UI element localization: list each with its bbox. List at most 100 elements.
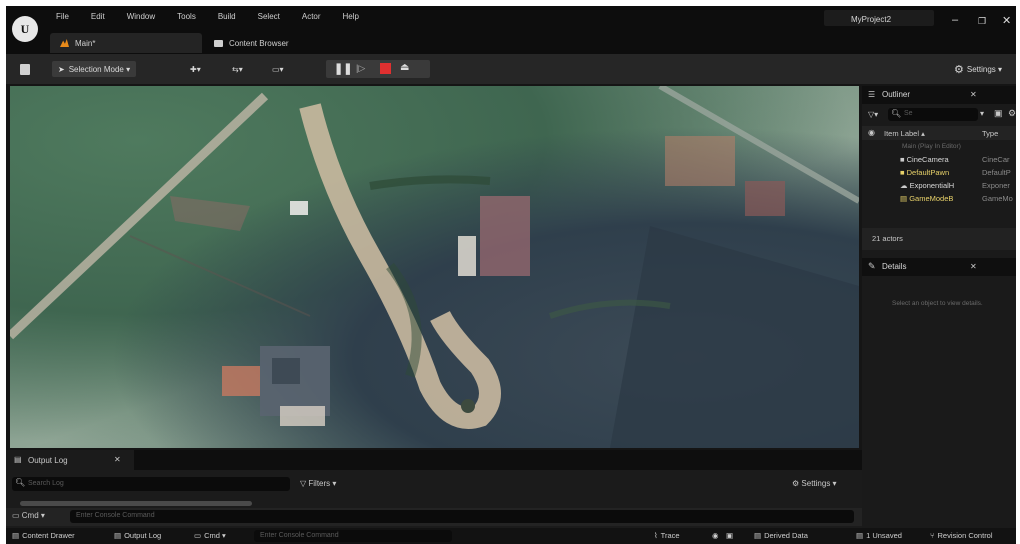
play-controls: ❚❚ |▷ ⏏ [326, 60, 430, 78]
tab-main-label: Main* [75, 38, 96, 48]
eject-icon[interactable]: ⏏ [400, 62, 409, 73]
outliner-row[interactable]: ■ CineCamera CineCar [900, 155, 1010, 164]
fence-line [129, 235, 311, 317]
menu-window[interactable]: Window [127, 12, 155, 21]
record-icon[interactable]: ◉ [712, 531, 719, 540]
details-title: Details [882, 262, 907, 271]
settings-label: Settings ▾ [966, 64, 1003, 74]
outliner-settings-icon[interactable]: ⚙ [1008, 108, 1016, 119]
small-house [290, 201, 308, 215]
blueprint-icon[interactable]: ⇆▾ [232, 61, 243, 77]
outliner-world-hint: Main (Play In Editor) [902, 143, 961, 150]
fog-icon: ☁ [900, 181, 908, 190]
stop-icon[interactable] [380, 63, 391, 74]
restore-icon[interactable]: ❐ [978, 16, 986, 27]
console-icon: ▭ [194, 531, 202, 540]
tab-output-log[interactable]: ▤ Output Log ✕ [6, 450, 134, 470]
log-search-input[interactable]: 🔍︎ Search Log [12, 477, 290, 491]
output-log-button[interactable]: ▤ Output Log [114, 531, 161, 540]
menu-file[interactable]: File [56, 12, 69, 21]
outliner-options-icon[interactable]: ▾ [980, 109, 984, 118]
save-icon[interactable] [20, 61, 30, 77]
tree-line-1 [369, 175, 491, 190]
content-drawer-button[interactable]: ▤ Content Drawer [12, 531, 75, 540]
revision-control-button[interactable]: ⑂ Revision Control [930, 531, 993, 540]
filter-icon[interactable]: ▽▾ [868, 110, 878, 119]
pause-icon[interactable]: ❚❚ [334, 62, 352, 75]
plot-marks [170, 196, 250, 231]
building-right [745, 181, 785, 216]
add-folder-icon[interactable]: ▣ [994, 108, 1003, 119]
unreal-logo-icon[interactable]: U [12, 16, 38, 42]
revision-control-icon: ⑂ [930, 531, 935, 540]
outliner-item-label: DefaultPawn [906, 168, 950, 177]
log-settings-dropdown[interactable]: ⚙ Settings ▾ [792, 479, 837, 488]
menu-edit[interactable]: Edit [91, 12, 105, 21]
level-icon [60, 39, 69, 47]
minimize-icon[interactable]: – [952, 14, 958, 26]
outliner-search-input[interactable]: 🔍︎ Se [888, 108, 978, 121]
col-type[interactable]: Type [982, 129, 998, 138]
col-item-label[interactable]: Item Label ▴ [884, 129, 925, 138]
gamemode-icon: ▤ [900, 194, 908, 203]
gear-icon: ⚙ [792, 479, 802, 488]
settings-button[interactable]: ⚙ Settings ▾ [954, 61, 1002, 77]
log-search-placeholder: Search Log [28, 480, 64, 487]
status-bar: ▤ Content Drawer ▤ Output Log ▭ Cmd ▾ Enter… [6, 528, 1016, 544]
courtyard [665, 136, 735, 186]
building-red [222, 366, 260, 396]
menu-build[interactable]: Build [218, 12, 236, 21]
filters-dropdown[interactable]: ▽ Filters ▾ [300, 479, 336, 488]
cursor-icon: ➤ [58, 64, 65, 74]
tab-content-browser[interactable]: Content Browser [214, 33, 289, 53]
filters-label: Filters ▾ [308, 479, 337, 488]
pawn-icon: ■ [900, 168, 905, 177]
outliner-row[interactable]: ▤ GameModeB GameMo [900, 194, 1013, 203]
menu-select[interactable]: Select [258, 12, 280, 21]
outliner-row[interactable]: ☁ ExponentialH Exponer [900, 181, 1010, 190]
outliner-footer: 21 actors [862, 228, 1016, 250]
outliner-item-label: GameModeB [909, 194, 954, 203]
status-cmd-label: Cmd ▾ [204, 531, 226, 540]
dark-field [610, 226, 859, 448]
outliner-panel: ☰ Outliner ✕ ▽▾ 🔍︎ Se ▾ ▣ ⚙ ◉ Item Label… [862, 86, 1016, 258]
derived-data-label: Derived Data [764, 531, 808, 540]
outliner-close-icon[interactable]: ✕ [970, 90, 977, 99]
building-center [480, 196, 530, 276]
derived-data-button[interactable]: ▤ Derived Data [754, 531, 808, 540]
log-scrollbar[interactable] [20, 501, 252, 506]
tab-main[interactable]: Main* [50, 33, 202, 53]
cmd-dropdown[interactable]: ▭ Cmd ▾ [12, 511, 45, 520]
level-viewport[interactable] [10, 86, 859, 448]
status-cmd-dropdown[interactable]: ▭ Cmd ▾ [194, 531, 226, 540]
status-console-input[interactable]: Enter Console Command [254, 530, 452, 542]
search-icon: 🔍︎ [15, 478, 26, 487]
trace-button[interactable]: ⌇ Trace [654, 531, 680, 540]
cinematics-icon[interactable]: ▭▾ [272, 61, 284, 77]
actor-count: 21 actors [872, 234, 903, 243]
content-drawer-label: Content Drawer [22, 531, 75, 540]
close-icon[interactable]: ✕ [1002, 14, 1011, 27]
output-log-close-icon[interactable]: ✕ [114, 455, 121, 464]
outliner-item-type: CineCar [982, 155, 1010, 164]
save-icon: ▤ [856, 531, 864, 540]
outliner-item-type: DefaultP [982, 168, 1011, 177]
console-command-input[interactable]: Enter Console Command [70, 510, 854, 523]
outliner-item-type: Exponer [982, 181, 1010, 190]
skip-frame-icon[interactable]: |▷ [356, 63, 365, 74]
unsaved-button[interactable]: ▤ 1 Unsaved [856, 531, 902, 540]
visibility-icon[interactable]: ◉ [868, 128, 875, 137]
selection-mode-dropdown[interactable]: ➤ Selection Mode ▾ [52, 61, 137, 77]
screenshot-icon[interactable]: ▣ [726, 531, 733, 540]
output-log-tabbar: ▤ Output Log ✕ [6, 450, 862, 470]
menu-actor[interactable]: Actor [302, 12, 321, 21]
output-log-label: Output Log [124, 531, 162, 540]
console-placeholder: Enter Console Command [76, 512, 155, 519]
folder-icon [214, 39, 223, 47]
add-actor-icon[interactable]: ✚▾ [190, 61, 201, 77]
outliner-row[interactable]: ■ DefaultPawn DefaultP [900, 168, 1011, 177]
shed [458, 236, 476, 276]
menu-tools[interactable]: Tools [177, 12, 196, 21]
details-close-icon[interactable]: ✕ [970, 262, 977, 271]
menu-help[interactable]: Help [343, 12, 359, 21]
